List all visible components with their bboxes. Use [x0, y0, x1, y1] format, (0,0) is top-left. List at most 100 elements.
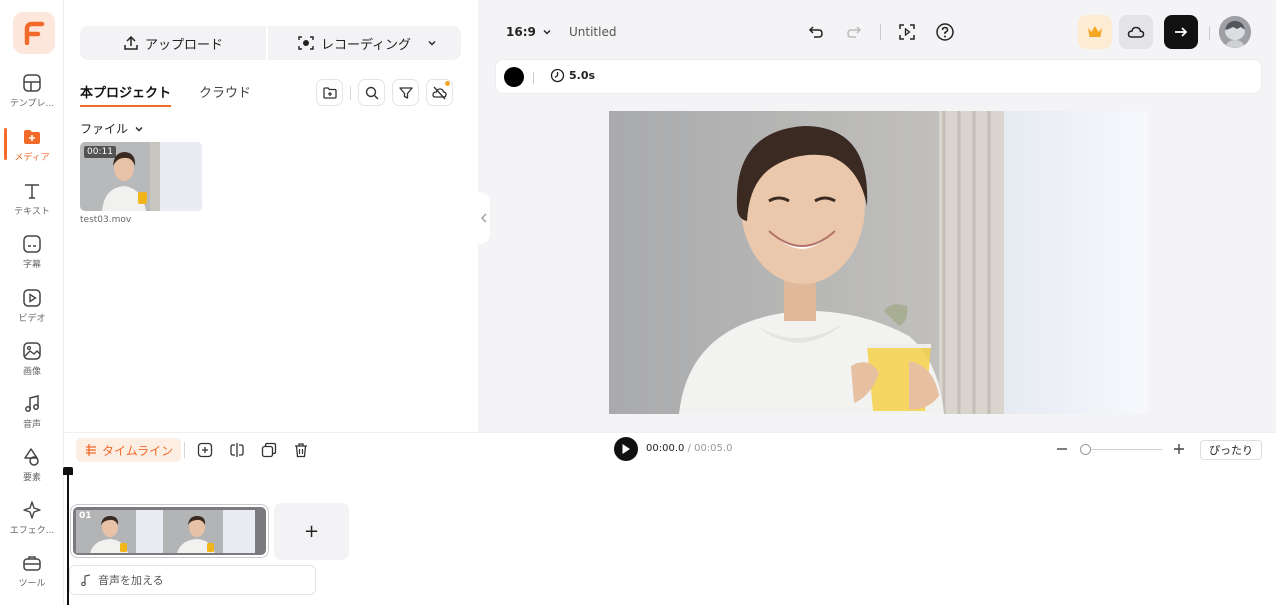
current-time: 00:00.0 [646, 443, 685, 454]
tab-this-project[interactable]: 本プロジェクト [80, 82, 172, 107]
new-folder-button[interactable] [316, 79, 343, 106]
search-button[interactable] [358, 79, 385, 106]
media-file-name: test03.mov [80, 215, 132, 225]
timeline-panel: タイムライン 00:00.0 / 00:05.0 ぴったり 01 + 音声を加え… [63, 432, 1276, 605]
music-note-icon [81, 574, 91, 586]
split-icon [230, 443, 244, 457]
rail-item-elements[interactable]: 要素 [0, 446, 64, 494]
play-button[interactable] [614, 437, 638, 461]
background-color-swatch[interactable] [504, 67, 524, 87]
divider [880, 24, 881, 40]
preview-capture-button[interactable] [895, 20, 919, 44]
total-time: / 00:05.0 [684, 443, 733, 454]
upload-label: アップロード [144, 37, 223, 53]
cloud-save-button[interactable] [1119, 15, 1153, 49]
export-button[interactable] [1164, 15, 1198, 49]
cloud-sync-button[interactable] [426, 79, 453, 106]
file-type-dropdown[interactable]: ファイル [80, 120, 144, 137]
user-avatar[interactable] [1219, 16, 1251, 48]
aspect-ratio-dropdown[interactable]: 16:9 [506, 25, 552, 39]
zoom-out-button[interactable] [1054, 439, 1070, 459]
help-button[interactable] [933, 20, 957, 44]
rail-item-tools[interactable]: ツール [0, 552, 64, 600]
shapes-icon [21, 446, 43, 468]
chevron-down-icon [428, 41, 436, 46]
divider [1209, 26, 1210, 40]
timeline-icon [86, 444, 96, 456]
rail-item-images[interactable]: 画像 [0, 340, 64, 388]
file-type-label: ファイル [80, 122, 129, 136]
preview-area: 16:9 Untitled 5.0s [478, 0, 1276, 432]
add-audio-button[interactable]: 音声を加える [69, 565, 316, 595]
template-icon [21, 72, 43, 94]
screen-capture-icon [899, 24, 915, 40]
add-clip-button[interactable]: + [274, 503, 349, 560]
clip-frame-image [163, 510, 255, 553]
timeline-mode-button[interactable]: タイムライン [76, 438, 182, 462]
timeline-mode-label: タイムライン [102, 443, 174, 458]
sparkle-icon [21, 499, 43, 521]
add-element-button[interactable] [195, 440, 215, 460]
rail-item-templates[interactable]: テンプレ... [0, 72, 64, 120]
record-icon [298, 36, 314, 50]
trash-icon [295, 443, 307, 458]
divider [184, 442, 185, 458]
premium-button[interactable] [1078, 15, 1112, 49]
notification-dot [445, 81, 450, 86]
video-icon [21, 287, 43, 309]
undo-button[interactable] [804, 20, 828, 44]
rail-item-label: テキスト [14, 207, 50, 217]
delete-button[interactable] [291, 440, 311, 460]
zoom-in-button[interactable] [1171, 439, 1187, 459]
logo-icon [24, 21, 45, 45]
project-title[interactable]: Untitled [569, 25, 616, 39]
text-icon [21, 180, 43, 202]
rail-item-text[interactable]: テキスト [0, 180, 64, 228]
recording-label: レコーディング [320, 37, 412, 53]
top-bar: 16:9 Untitled [478, 10, 1276, 54]
minus-icon [1057, 448, 1067, 450]
redo-button[interactable] [842, 20, 866, 44]
clip-duration-control[interactable]: 5.0s [550, 68, 595, 83]
media-thumbnail[interactable]: 00:11 [80, 142, 202, 211]
clip-duration-value: 5.0s [569, 69, 596, 82]
rail-item-label: テンプレ... [9, 99, 55, 109]
tab-cloud[interactable]: クラウド [199, 82, 251, 107]
rail-item-label: 要素 [22, 473, 41, 483]
avatar-image [1219, 16, 1251, 48]
clock-icon [550, 68, 565, 83]
rail-item-media[interactable]: メディア [0, 126, 64, 174]
rail-item-subtitles[interactable]: 字幕 [0, 233, 64, 281]
video-frame-image [609, 111, 1148, 414]
rail-item-label: エフェク... [9, 526, 55, 536]
split-button[interactable] [227, 440, 247, 460]
thumbnail-duration: 00:11 [84, 146, 116, 158]
rail-item-label: メディア [14, 153, 50, 163]
zoom-slider-track[interactable] [1082, 449, 1162, 450]
rail-item-label: ツール [18, 579, 46, 589]
add-audio-label: 音声を加える [98, 574, 164, 587]
preview-canvas[interactable] [609, 111, 1148, 414]
folder-add-icon [322, 86, 337, 99]
rail-item-audio[interactable]: 音声 [0, 393, 64, 441]
app-logo[interactable] [13, 12, 55, 54]
duplicate-button[interactable] [259, 440, 279, 460]
upload-button[interactable]: アップロード [80, 26, 266, 60]
aspect-ratio-label: 16:9 [506, 25, 536, 39]
filter-button[interactable] [392, 79, 419, 106]
redo-icon [847, 26, 862, 38]
playback-time: 00:00.0 / 00:05.0 [646, 443, 732, 454]
chevron-down-icon [135, 126, 143, 131]
zoom-slider-handle[interactable] [1080, 444, 1091, 455]
media-tools [316, 79, 453, 106]
history-tools [804, 20, 957, 44]
recording-button[interactable]: レコーディング [273, 26, 461, 60]
search-icon [365, 86, 378, 99]
timeline-clip[interactable]: 01 [71, 505, 268, 557]
fit-timeline-button[interactable]: ぴったり [1200, 440, 1262, 460]
rail-item-effects[interactable]: エフェク... [0, 499, 64, 547]
collapse-panel-handle[interactable] [478, 192, 490, 244]
rail-item-video[interactable]: ビデオ [0, 287, 64, 335]
chevron-down-icon [543, 30, 551, 35]
play-icon [622, 444, 630, 454]
